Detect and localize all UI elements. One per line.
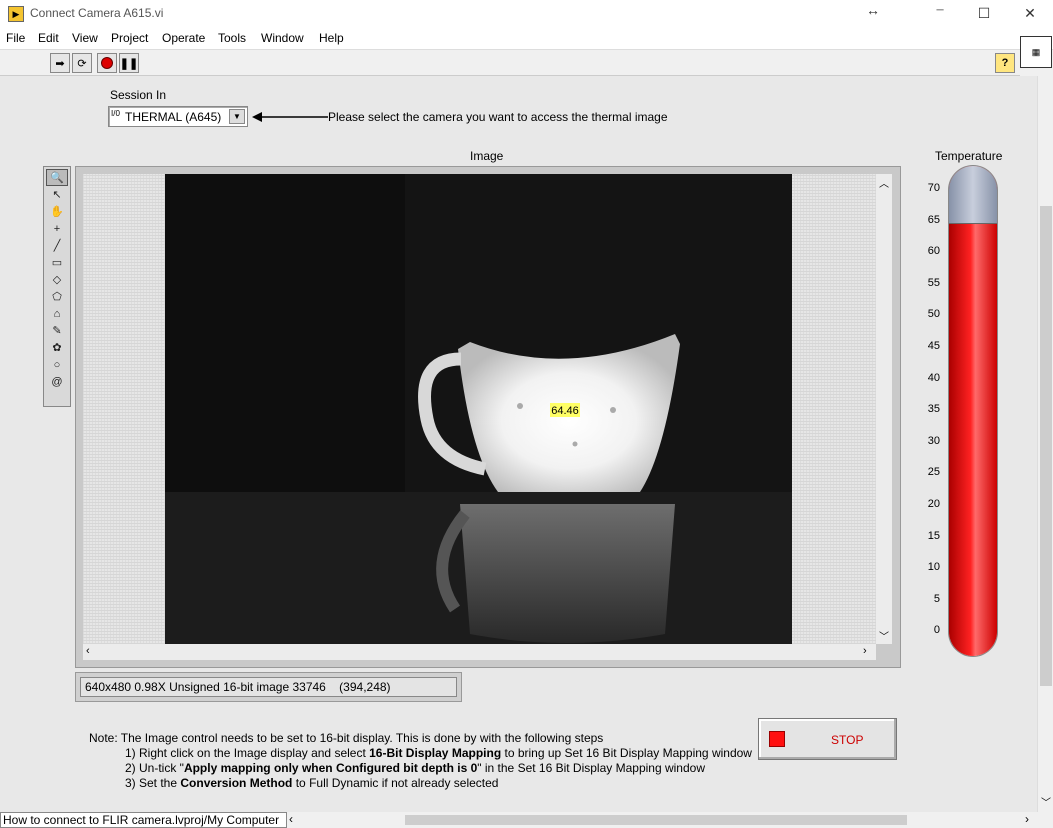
panel-horizontal-scrollbar[interactable]: ‹ › bbox=[287, 812, 1037, 828]
io-icon: I/0 bbox=[111, 109, 120, 118]
tick-label: 70 bbox=[927, 182, 940, 194]
app-icon: ▶ bbox=[8, 6, 24, 22]
note-line-2: 2) Un-tick "Apply mapping only when Conf… bbox=[125, 761, 705, 775]
pointer-icon[interactable]: ↖ bbox=[46, 186, 68, 203]
minimize-button[interactable]: ─ bbox=[925, 5, 955, 16]
tick-label: 20 bbox=[927, 498, 940, 510]
scroll-right-icon[interactable]: › bbox=[863, 645, 867, 657]
tick-label: 25 bbox=[927, 466, 940, 479]
stop-label: STOP bbox=[831, 733, 864, 747]
tick-label: 0 bbox=[933, 624, 940, 637]
crosshair-icon[interactable]: + bbox=[46, 220, 68, 237]
tick-label: 10 bbox=[927, 561, 940, 574]
tick-label: 35 bbox=[927, 403, 940, 416]
panel-vertical-scrollbar[interactable]: ﹀ bbox=[1037, 76, 1053, 812]
stop-button[interactable]: STOP bbox=[758, 718, 897, 760]
temperature-label: Temperature bbox=[935, 149, 1003, 163]
vi-connector-icon[interactable]: ▦ bbox=[1020, 36, 1052, 68]
pause-button[interactable]: ❚❚ bbox=[119, 53, 139, 73]
thermometer-scale: 70 65 60 55 50 45 40 35 30 25 20 15 10 5… bbox=[916, 182, 948, 642]
image-tool-palette: 🔍 ↖ ✋ + ╱ ▭ ◇ ⬠ ⌂ ✎ ✿ ○ @ bbox=[43, 166, 71, 407]
tick-label: 15 bbox=[927, 529, 940, 542]
abort-button[interactable] bbox=[97, 53, 117, 73]
scroll-down-icon[interactable]: ﹀ bbox=[1041, 794, 1051, 809]
tick-label: 5 bbox=[933, 592, 940, 605]
title-bar: ▶ Connect Camera A615.vi ↔ ─ ☐ ✕ bbox=[0, 0, 1053, 28]
menu-tools[interactable]: Tools bbox=[218, 31, 246, 45]
oval-icon[interactable]: ○ bbox=[46, 356, 68, 373]
toolbar: ➡ ⟳ ❚❚ ? bbox=[0, 50, 1020, 76]
run-continuously-button[interactable]: ⟳ bbox=[72, 53, 92, 73]
image-info-text: 640x480 0.98X Unsigned 16-bit image 3374… bbox=[80, 677, 457, 697]
zoom-icon[interactable]: 🔍 bbox=[46, 169, 68, 186]
freehand-icon[interactable]: ⌂ bbox=[46, 305, 68, 322]
menu-project[interactable]: Project bbox=[111, 31, 148, 45]
stop-icon bbox=[769, 731, 785, 747]
help-icon: ? bbox=[1001, 57, 1009, 69]
session-in-label: Session In bbox=[110, 88, 167, 102]
context-help-button[interactable]: ? bbox=[995, 53, 1015, 73]
thermal-image[interactable]: 64.46 bbox=[165, 174, 792, 644]
menu-edit[interactable]: Edit bbox=[38, 31, 59, 45]
menu-bar: File Edit View Project Operate Tools Win… bbox=[0, 28, 1053, 50]
tick-label: 40 bbox=[927, 371, 940, 384]
image-vertical-scrollbar[interactable]: ︿ ﹀ bbox=[876, 174, 892, 644]
menu-window[interactable]: Window bbox=[261, 31, 304, 45]
thermometer-fill bbox=[949, 166, 997, 656]
pan-icon[interactable]: ✋ bbox=[46, 203, 68, 220]
note-line-3: 3) Set the Conversion Method to Full Dyn… bbox=[125, 776, 499, 790]
menu-operate[interactable]: Operate bbox=[162, 31, 205, 45]
resize-icon: ↔ bbox=[866, 2, 880, 18]
scroll-up-icon[interactable]: ︿ bbox=[879, 175, 889, 190]
image-info-bar: 640x480 0.98X Unsigned 16-bit image 3374… bbox=[75, 672, 462, 702]
tick-label: 65 bbox=[927, 213, 940, 226]
session-in-value: THERMAL (A645) bbox=[125, 110, 222, 124]
pointer-arrow-icon bbox=[252, 112, 328, 122]
pause-icon: ❚❚ bbox=[119, 57, 139, 70]
run-continuously-icon: ⟳ bbox=[77, 57, 87, 70]
menu-view[interactable]: View bbox=[72, 31, 98, 45]
closed-freehand-icon[interactable]: ✎ bbox=[46, 322, 68, 339]
abort-icon bbox=[101, 57, 113, 69]
session-in-selector[interactable]: I/0 THERMAL (A645) ▼ bbox=[108, 106, 248, 127]
note-line-0: Note: The Image control needs to be set … bbox=[89, 731, 604, 745]
window-title: Connect Camera A615.vi bbox=[30, 6, 164, 20]
project-path: How to connect to FLIR camera.lvproj/My … bbox=[0, 812, 287, 828]
tick-label: 30 bbox=[927, 434, 940, 447]
run-button[interactable]: ➡ bbox=[50, 53, 70, 73]
maximize-button[interactable]: ☐ bbox=[969, 5, 999, 22]
tick-label: 45 bbox=[927, 340, 940, 352]
image-label: Image bbox=[470, 149, 504, 163]
polygon-icon[interactable]: ⬠ bbox=[46, 288, 68, 305]
pixel-value-overlay: 64.46 bbox=[551, 405, 579, 417]
tick-label: 60 bbox=[927, 245, 940, 258]
scroll-thumb[interactable] bbox=[405, 815, 907, 825]
menu-help[interactable]: Help bbox=[319, 31, 344, 45]
menu-file[interactable]: File bbox=[6, 31, 25, 45]
rectangle-icon[interactable]: ▭ bbox=[46, 254, 68, 271]
scroll-left-icon[interactable]: ‹ bbox=[289, 812, 293, 826]
line-icon[interactable]: ╱ bbox=[46, 237, 68, 254]
scroll-left-icon[interactable]: ‹ bbox=[86, 645, 90, 657]
thermometer-empty bbox=[949, 166, 997, 225]
image-horizontal-scrollbar[interactable]: ‹ › bbox=[83, 644, 876, 660]
tick-label: 55 bbox=[927, 276, 940, 289]
run-arrow-icon: ➡ bbox=[55, 57, 65, 70]
scroll-down-icon[interactable]: ﹀ bbox=[879, 628, 889, 643]
rotated-rect-icon[interactable]: ◇ bbox=[46, 271, 68, 288]
spiral-icon[interactable]: @ bbox=[46, 373, 68, 390]
session-hint: Please select the camera you want to acc… bbox=[328, 110, 668, 124]
note-line-1: 1) Right click on the Image display and … bbox=[125, 746, 752, 760]
dropdown-arrow-icon[interactable]: ▼ bbox=[229, 109, 245, 124]
scroll-thumb[interactable] bbox=[1040, 206, 1052, 686]
tick-label: 50 bbox=[927, 308, 940, 321]
close-button[interactable]: ✕ bbox=[1015, 5, 1045, 22]
scroll-right-icon[interactable]: › bbox=[1025, 812, 1029, 826]
annulus-icon[interactable]: ✿ bbox=[46, 339, 68, 356]
